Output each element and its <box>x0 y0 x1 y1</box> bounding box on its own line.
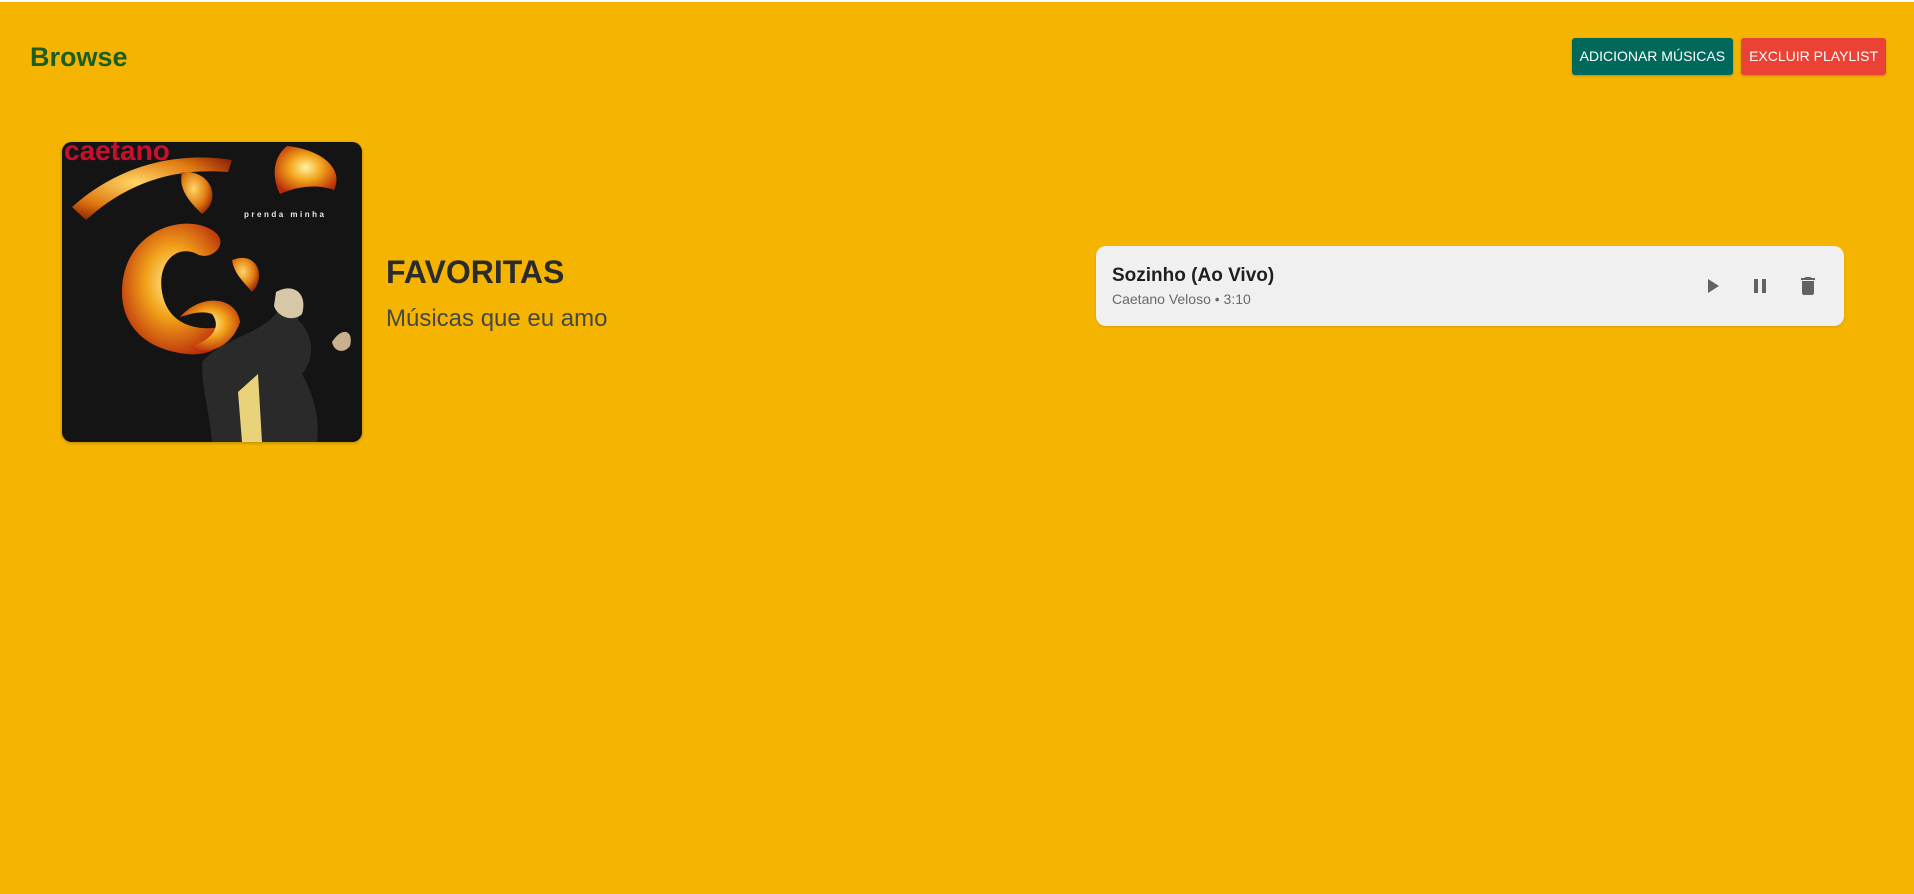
playlist-title: FAVORITAS <box>386 254 565 290</box>
track-artist: Caetano Veloso <box>1112 291 1211 307</box>
play-button[interactable] <box>1690 264 1734 308</box>
play-icon <box>1708 279 1719 293</box>
track-meta: Caetano Veloso • 3:10 <box>1112 291 1251 308</box>
album-cover-art: caetano prenda minha <box>62 142 362 442</box>
brand-title[interactable]: Browse <box>30 40 128 74</box>
add-songs-button[interactable]: ADICIONAR MÚSICAS <box>1571 38 1734 75</box>
cover-album-text: prenda minha <box>244 210 326 219</box>
playlist-info: FAVORITAS Músicas que eu amo <box>386 252 607 334</box>
track-duration: 3:10 <box>1223 291 1251 307</box>
playlist-description: Músicas que eu amo <box>386 305 608 332</box>
pause-icon <box>1754 279 1766 293</box>
track-title: Sozinho (Ao Vivo) <box>1112 265 1275 286</box>
playlist-cover-image: caetano prenda minha <box>62 142 362 442</box>
track-card[interactable]: Sozinho (Ao Vivo) Caetano Veloso • 3:10 <box>1096 246 1844 326</box>
cover-artist-text: caetano <box>64 142 170 166</box>
track-actions <box>1690 264 1830 308</box>
delete-playlist-button[interactable]: EXCLUIR PLAYLIST <box>1741 38 1886 75</box>
page: Browse ADICIONAR MÚSICAS EXCLUIR PLAYLIS… <box>0 0 1914 894</box>
delete-track-button[interactable] <box>1786 264 1830 308</box>
delete-icon <box>1801 277 1815 295</box>
pause-button[interactable] <box>1738 264 1782 308</box>
track-separator: • <box>1214 291 1220 307</box>
header-actions: ADICIONAR MÚSICAS EXCLUIR PLAYLIST <box>1571 38 1886 75</box>
app-container: Browse ADICIONAR MÚSICAS EXCLUIR PLAYLIS… <box>0 2 1914 894</box>
